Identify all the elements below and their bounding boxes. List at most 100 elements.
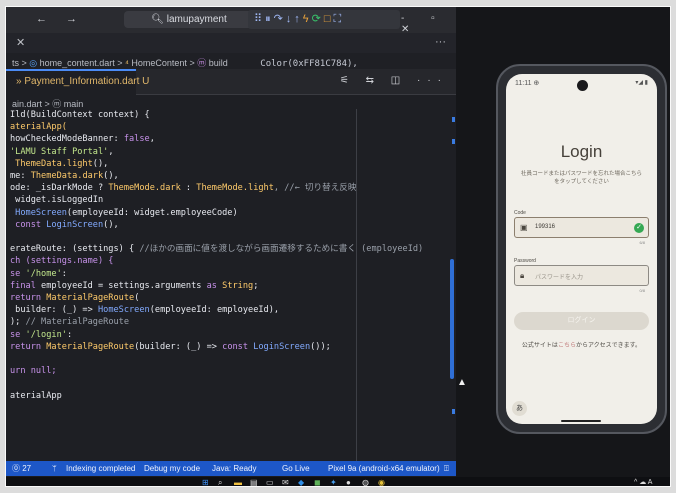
breadcrumb-prefix: ts >: [12, 58, 27, 68]
go-live-button[interactable]: Go Live: [282, 461, 310, 476]
code-line[interactable]: aterialApp: [10, 390, 423, 402]
code-line[interactable]: se '/login':: [10, 329, 423, 341]
code-token: ());: [310, 341, 331, 352]
code-token: aterialApp: [10, 390, 62, 401]
code-line[interactable]: ThemeData.light(),: [10, 158, 423, 170]
breadcrumb-class[interactable]: HomeContent: [131, 58, 187, 68]
step-out-icon[interactable]: ↑: [294, 13, 303, 25]
java-status[interactable]: Java: Ready: [212, 461, 256, 476]
monitor-photo: ← → 🔍︎ lamupayment ⠿⏸↷↓↑ϟ⟳□⛶ - ▫ ✕ ✕ ···…: [5, 6, 671, 487]
code-line[interactable]: [10, 353, 423, 365]
restart-icon[interactable]: ⟳: [312, 13, 324, 25]
terminal-icon[interactable]: ▭: [266, 478, 274, 486]
site-link[interactable]: こちら: [558, 343, 576, 349]
code-token: (),: [103, 171, 119, 182]
code-line[interactable]: ); // MaterialPageRoute: [10, 316, 423, 328]
ide-titlebar: ← → 🔍︎ lamupayment ⠿⏸↷↓↑ϟ⟳□⛶ - ▫ ✕: [6, 7, 456, 35]
code-line[interactable]: return MaterialPageRoute(: [10, 292, 423, 304]
keyboard-toggle-button[interactable]: あ: [512, 401, 527, 416]
code-line[interactable]: me: ThemeData.dark(),: [10, 170, 423, 182]
code-field[interactable]: ▣ 199316 ✓: [514, 217, 649, 238]
code-line[interactable]: aterialApp(: [10, 121, 423, 133]
code-token: MaterialPageRoute: [46, 293, 135, 304]
app-icon[interactable]: ✦: [330, 478, 337, 486]
start-icon[interactable]: ⊞: [202, 478, 209, 486]
code-line[interactable]: widget.isLoggedIn: [10, 194, 423, 206]
app3-icon[interactable]: ◉: [378, 478, 385, 486]
gesture-bar[interactable]: [561, 420, 601, 422]
code-line[interactable]: urn null;: [10, 365, 423, 377]
chrome-icon[interactable]: ●: [346, 478, 351, 486]
password-placeholder: パスワードを入力: [535, 275, 584, 281]
class-icon: ⁴: [125, 58, 129, 68]
password-field[interactable]: 🔒︎ パスワードを入力: [514, 265, 649, 286]
breadcrumb-sep: >: [117, 58, 123, 68]
code-line[interactable]: ode: _isDarkMode ? ThemeMode.dark : Them…: [10, 182, 423, 194]
drag-handle-icon[interactable]: ⠿: [254, 13, 265, 25]
breadcrumb-method[interactable]: build: [209, 58, 228, 68]
hot-reload-icon[interactable]: ϟ: [303, 13, 312, 25]
phone-screen: 11:11 ⊕ ▾◢ ▮ Login 社員コードまたはパスワードを忘れた場合こち…: [506, 74, 657, 424]
code-line[interactable]: [10, 377, 423, 389]
code-token: ;: [253, 280, 259, 291]
code-line[interactable]: [10, 231, 423, 243]
code-token: se: [10, 268, 26, 279]
breadcrumb-file[interactable]: home_content.dart: [40, 58, 115, 68]
vscode-icon[interactable]: ◆: [298, 478, 304, 486]
store-icon[interactable]: ▤: [250, 478, 258, 486]
forgot-hint-link[interactable]: 社員コードまたはパスワードを忘れた場合こちらをタップしてください: [520, 170, 643, 186]
search-icon[interactable]: ⌕: [218, 478, 222, 486]
dart-file-icon: ◎: [29, 58, 38, 68]
step-over-icon[interactable]: ↷: [274, 13, 286, 25]
code-text[interactable]: Ild(BuildContext context) {aterialApp(ho…: [10, 109, 423, 402]
status-bar: ⓪ 27 ᛘ Indexing completed Debug my code …: [6, 461, 456, 476]
close-tab-icon[interactable]: ✕: [16, 37, 25, 49]
code-token: HomeScreen: [97, 305, 150, 316]
password-label: Password: [514, 258, 536, 264]
back-forward-arrows[interactable]: ← →: [36, 13, 85, 25]
mail-icon[interactable]: ✉: [282, 478, 289, 486]
code-line[interactable]: se '/home':: [10, 268, 423, 280]
app2-icon[interactable]: ◍: [362, 478, 369, 486]
code-line[interactable]: builder: (_) => HomeScreen(employeeId: e…: [10, 304, 423, 316]
debug-mode[interactable]: Debug my code: [144, 461, 200, 476]
signal-battery-icon: ▾◢ ▮: [635, 80, 648, 86]
errors-count[interactable]: ⓪ 27: [12, 461, 31, 476]
command-search-box[interactable]: 🔍︎ lamupayment: [124, 11, 254, 28]
system-tray[interactable]: ^ ☁ A: [634, 478, 652, 486]
step-into-icon[interactable]: ↓: [286, 13, 295, 25]
devtools-icon[interactable]: ⛶: [333, 13, 344, 25]
file-explorer-icon[interactable]: ▬: [234, 478, 242, 486]
code-line[interactable]: HomeScreen(employeeId: widget.employeeCo…: [10, 207, 423, 219]
more-icon[interactable]: ···: [435, 36, 446, 48]
code-line[interactable]: Ild(BuildContext context) {: [10, 109, 423, 121]
code-line[interactable]: howCheckedModeBanner: false,: [10, 133, 423, 145]
indexing-status: Indexing completed: [66, 464, 136, 473]
code-editor[interactable]: Ild(BuildContext context) {aterialApp(ho…: [6, 109, 456, 461]
windows-taskbar: ⊞ ⌕ ▬ ▤ ▭ ✉ ◆ ◼ ✦ ● ◍ ◉ ^ ☁ A: [6, 477, 670, 486]
code-line[interactable]: return MaterialPageRoute(builder: (_) =>…: [10, 341, 423, 353]
breadcrumb-main[interactable]: ain.dart > ⓜ main: [6, 95, 456, 109]
code-line[interactable]: const LoginScreen(),: [10, 219, 423, 231]
device-selector[interactable]: Pixel 9a (android-x64 emulator): [328, 461, 440, 476]
code-line[interactable]: erateRoute: (settings) { //ほかの画面に値を渡しながら…: [10, 243, 423, 255]
code-token: urn null;: [10, 366, 57, 377]
code-token: 'LAMU Staff Portal': [10, 146, 109, 157]
code-token: LoginScreen: [253, 341, 311, 352]
tab-payment-information[interactable]: » Payment_Information.dart U: [6, 69, 149, 95]
android-studio-icon[interactable]: ◼: [314, 478, 321, 486]
window-controls[interactable]: - ▫ ✕: [401, 13, 456, 35]
editor-actions[interactable]: ⚟ ⇆ ◫ ···: [340, 75, 448, 86]
notifications-icon[interactable]: ⍐: [444, 461, 449, 476]
code-line[interactable]: 'LAMU Staff Portal',: [10, 146, 423, 158]
code-line[interactable]: ch (settings.name) {: [10, 255, 423, 267]
pause-icon[interactable]: ⏸: [265, 13, 274, 25]
code-token: return: [10, 341, 47, 352]
code-line[interactable]: final employeeId = settings.arguments as…: [10, 280, 423, 292]
editor-scrollbar[interactable]: [450, 259, 454, 379]
phone-emulator: 11:11 ⊕ ▾◢ ▮ Login 社員コードまたはパスワードを忘れた場合こち…: [496, 64, 667, 434]
badge-icon: ▣: [520, 223, 528, 232]
login-button[interactable]: ログイン: [514, 312, 649, 330]
code-token: String: [222, 280, 254, 291]
debug-toolbar[interactable]: ⠿⏸↷↓↑ϟ⟳□⛶: [248, 10, 400, 29]
